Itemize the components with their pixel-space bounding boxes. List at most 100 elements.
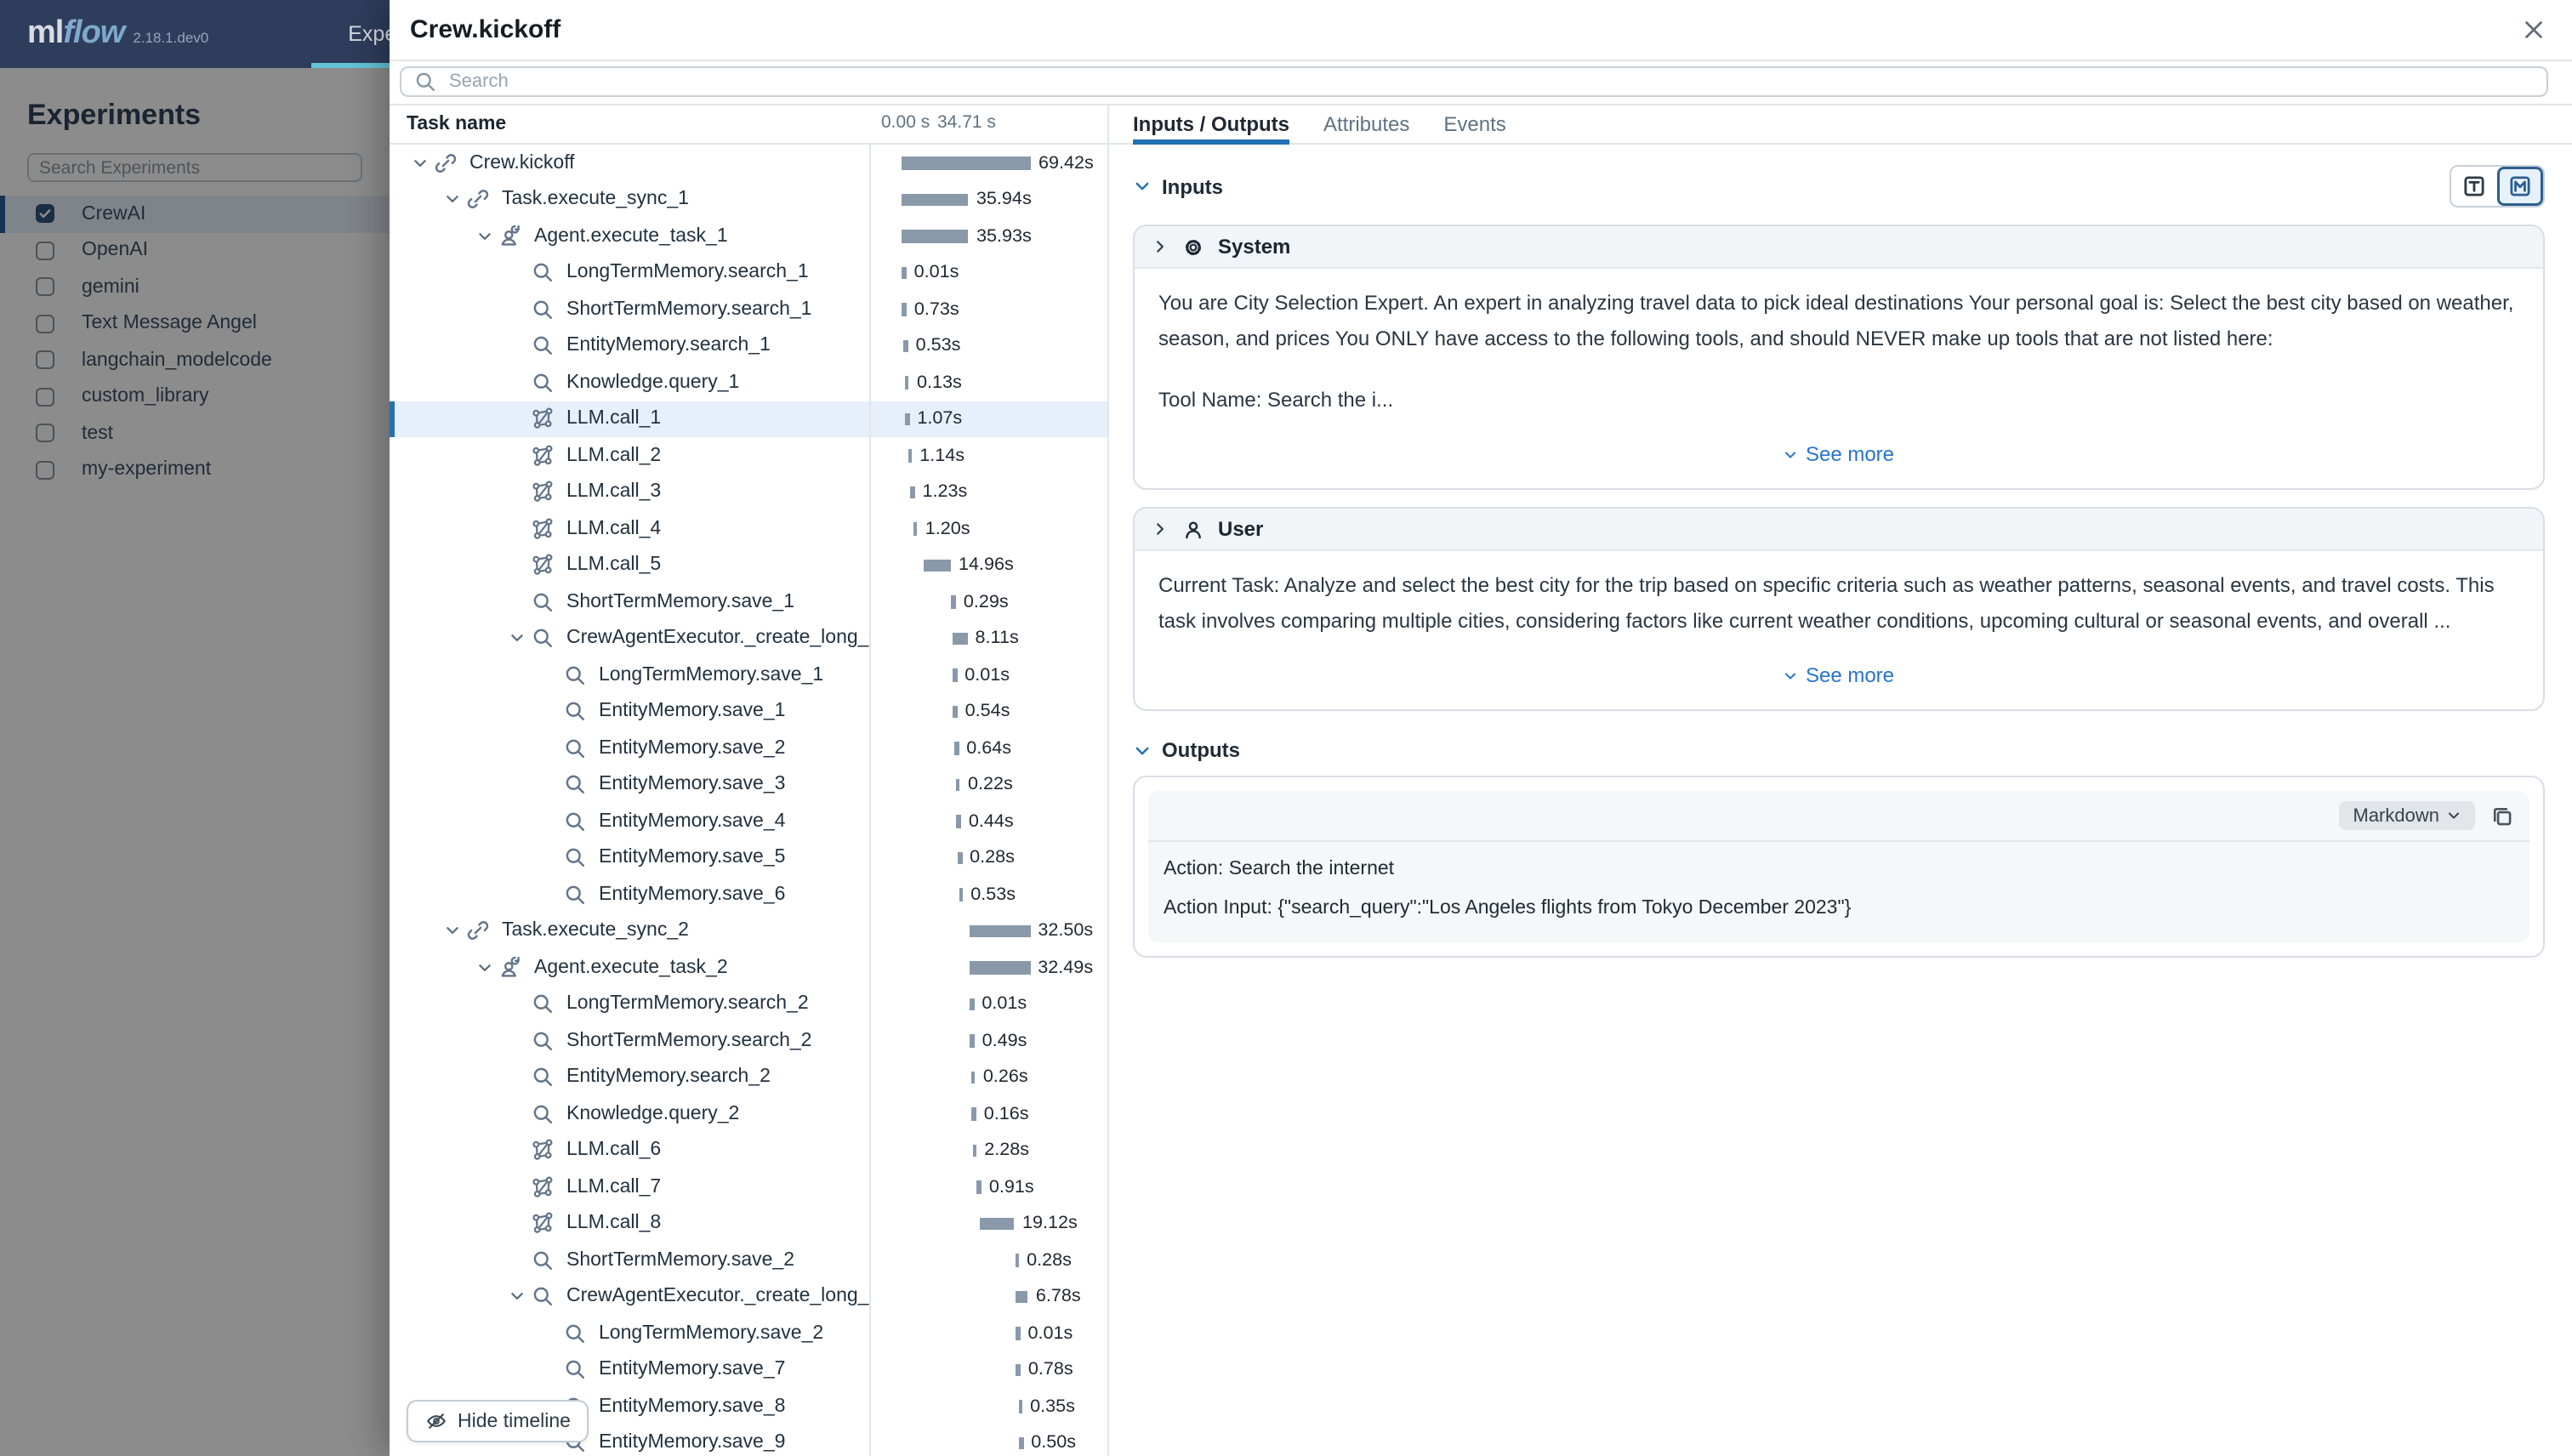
span-name: LLM.call_6: [566, 1140, 661, 1161]
duration-label: 1.07s: [917, 408, 962, 429]
trace-row-EntityMemory.save_4[interactable]: EntityMemory.save_40.44s: [390, 803, 1107, 839]
span-name-cell: Task.execute_sync_1: [390, 181, 869, 218]
span-name: EntityMemory.save_3: [599, 775, 785, 795]
trace-row-LLM.call_6[interactable]: LLM.call_62.28s: [390, 1132, 1107, 1169]
duration-bar: [972, 1144, 976, 1157]
tab-inputs-outputs[interactable]: Inputs / Outputs: [1133, 105, 1289, 143]
raw-text-view-button[interactable]: [2451, 167, 2497, 206]
trace-row-LLM.call_8[interactable]: LLM.call_819.12s: [390, 1205, 1107, 1242]
trace-row-EntityMemory.search_1[interactable]: EntityMemory.search_10.53s: [390, 327, 1107, 364]
gear-icon: [1182, 236, 1204, 258]
see-more-link[interactable]: See more: [1158, 640, 2519, 702]
trace-row-LongTermMemory.search_1[interactable]: LongTermMemory.search_1 0.01s: [390, 254, 1107, 291]
span-name: ShortTermMemory.save_2: [566, 1250, 794, 1271]
trace-row-LongTermMemory.save_2[interactable]: LongTermMemory.save_20.01s: [390, 1315, 1107, 1351]
duration-label: 0.53s: [916, 335, 961, 355]
trace-tree-pane: Task name 0.00 s 34.71 s Crew.kickoff69.…: [390, 105, 1107, 1456]
duration-bar: [913, 522, 918, 535]
logo-ml-text: ml: [27, 15, 63, 53]
chevron-down-icon[interactable]: [504, 1288, 531, 1305]
outputs-section-header[interactable]: Outputs: [1133, 738, 2545, 762]
duration-label: 0.91s: [989, 1176, 1034, 1197]
span-name: CrewAgentExecutor._create_long_term_memo…: [566, 1287, 869, 1307]
hide-timeline-button[interactable]: Hide timeline: [407, 1400, 589, 1442]
agent-icon: [498, 225, 522, 248]
see-more-link[interactable]: See more: [1158, 418, 2519, 481]
timeline-tick-mid: 34.71 s: [937, 112, 996, 133]
tab-events[interactable]: Events: [1443, 105, 1505, 143]
span-name: EntityMemory.search_2: [566, 1067, 771, 1088]
modal-overlay[interactable]: [0, 68, 390, 1456]
copy-icon[interactable]: [2490, 804, 2514, 828]
span-name-cell: EntityMemory.save_4: [390, 803, 869, 839]
trace-row-CrewAgentExecutor._create_long_term_memory_1[interactable]: CrewAgentExecutor._create_long_term_memo…: [390, 620, 1107, 657]
trace-row-LongTermMemory.search_2[interactable]: LongTermMemory.search_20.01s: [390, 986, 1107, 1022]
span-name: LongTermMemory.search_2: [566, 994, 809, 1015]
chevron-down-icon[interactable]: [407, 155, 434, 172]
trace-row-ShortTermMemory.search_1[interactable]: ShortTermMemory.search_10.73s: [390, 291, 1107, 327]
trace-row-LLM.call_7[interactable]: LLM.call_70.91s: [390, 1169, 1107, 1205]
trace-row-Task.execute_sync_2[interactable]: Task.execute_sync_232.50s: [390, 913, 1107, 949]
span-name-cell: LLM.call_3: [390, 474, 869, 510]
system-message-card: SystemYou are City Selection Expert. An …: [1133, 225, 2545, 490]
trace-row-ShortTermMemory.save_2[interactable]: ShortTermMemory.save_20.28s: [390, 1242, 1107, 1278]
trace-row-LLM.call_4[interactable]: LLM.call_41.20s: [390, 510, 1107, 547]
trace-row-Agent.execute_task_1[interactable]: Agent.execute_task_135.93s: [390, 218, 1107, 254]
duration-bar: [1018, 1400, 1022, 1413]
trace-row-EntityMemory.save_5[interactable]: EntityMemory.save_50.28s: [390, 839, 1107, 876]
trace-search-input[interactable]: [446, 70, 2535, 94]
format-select[interactable]: Markdown: [2340, 801, 2476, 830]
chevron-down-icon[interactable]: [439, 923, 466, 940]
span-name-cell: Agent.execute_task_1: [390, 218, 869, 254]
span-timeline-cell: 35.93s: [869, 218, 1107, 254]
chevron-down-icon[interactable]: [439, 191, 466, 208]
trace-row-EntityMemory.save_7[interactable]: EntityMemory.save_70.78s: [390, 1351, 1107, 1388]
trace-row-LLM.call_1[interactable]: LLM.call_11.07s: [390, 401, 1107, 437]
trace-row-LLM.call_3[interactable]: LLM.call_31.23s: [390, 474, 1107, 510]
trace-row-ShortTermMemory.save_1[interactable]: ShortTermMemory.save_10.29s: [390, 583, 1107, 620]
trace-row-EntityMemory.save_2[interactable]: EntityMemory.save_20.64s: [390, 730, 1107, 766]
markdown-view-button[interactable]: [2497, 167, 2543, 206]
span-name-cell: LLM.call_5: [390, 547, 869, 583]
trace-search-box[interactable]: [400, 66, 2548, 97]
span-timeline-cell: 0.73s: [869, 291, 1107, 327]
chevron-down-icon: [2446, 808, 2461, 823]
chevron-down-icon[interactable]: [471, 228, 498, 245]
trace-row-Knowledge.query_2[interactable]: Knowledge.query_20.16s: [390, 1095, 1107, 1132]
trace-row-Knowledge.query_1[interactable]: Knowledge.query_10.13s: [390, 364, 1107, 401]
trace-row-EntityMemory.save_3[interactable]: EntityMemory.save_30.22s: [390, 766, 1107, 803]
span-name-cell: ShortTermMemory.search_1: [390, 291, 869, 327]
markdown-block: Markdown Action: Search the internetActi…: [1148, 791, 2529, 942]
span-name: LongTermMemory.search_1: [566, 263, 809, 283]
duration-bar: [953, 632, 968, 645]
duration-bar: [953, 705, 958, 718]
chevron-down-icon[interactable]: [471, 959, 498, 976]
trace-row-LLM.call_2[interactable]: LLM.call_21.14s: [390, 437, 1107, 474]
span-timeline-cell: 0.29s: [869, 583, 1107, 620]
trace-row-LLM.call_5[interactable]: LLM.call_514.96s: [390, 547, 1107, 583]
mlflow-logo[interactable]: mlflow 2.18.1.dev0: [27, 15, 208, 53]
trace-row-EntityMemory.search_2[interactable]: EntityMemory.search_20.26s: [390, 1059, 1107, 1095]
duration-bar: [957, 815, 961, 828]
trace-row-LongTermMemory.save_1[interactable]: LongTermMemory.save_10.01s: [390, 657, 1107, 693]
trace-row-EntityMemory.save_1[interactable]: EntityMemory.save_10.54s: [390, 693, 1107, 730]
trace-span-list: Crew.kickoff69.42sTask.execute_sync_135.…: [390, 145, 1107, 1456]
duration-label: 8.11s: [976, 628, 1019, 648]
magnifier-icon: [531, 1285, 555, 1309]
trace-row-Task.execute_sync_1[interactable]: Task.execute_sync_135.94s: [390, 181, 1107, 218]
close-icon[interactable]: [2518, 14, 2548, 45]
system-message-header[interactable]: System: [1135, 226, 2543, 269]
trace-row-EntityMemory.save_6[interactable]: EntityMemory.save_60.53s: [390, 876, 1107, 913]
trace-row-Crew.kickoff[interactable]: Crew.kickoff69.42s: [390, 145, 1107, 181]
trace-row-CrewAgentExecutor._create_long_term_memory_2[interactable]: CrewAgentExecutor._create_long_term_memo…: [390, 1278, 1107, 1315]
span-timeline-cell: 0.01s: [869, 254, 1107, 291]
span-name: LLM.call_5: [566, 555, 661, 576]
chevron-down-icon[interactable]: [504, 630, 531, 647]
trace-row-ShortTermMemory.search_2[interactable]: ShortTermMemory.search_20.49s: [390, 1022, 1107, 1059]
inputs-section-header[interactable]: Inputs: [1133, 165, 2545, 208]
user-message-header[interactable]: User: [1135, 509, 2543, 551]
tab-attributes[interactable]: Attributes: [1323, 105, 1409, 143]
trace-row-Agent.execute_task_2[interactable]: Agent.execute_task_232.49s: [390, 949, 1107, 986]
span-name-cell: Agent.execute_task_2: [390, 949, 869, 986]
span-timeline-cell: 35.94s: [869, 181, 1107, 218]
